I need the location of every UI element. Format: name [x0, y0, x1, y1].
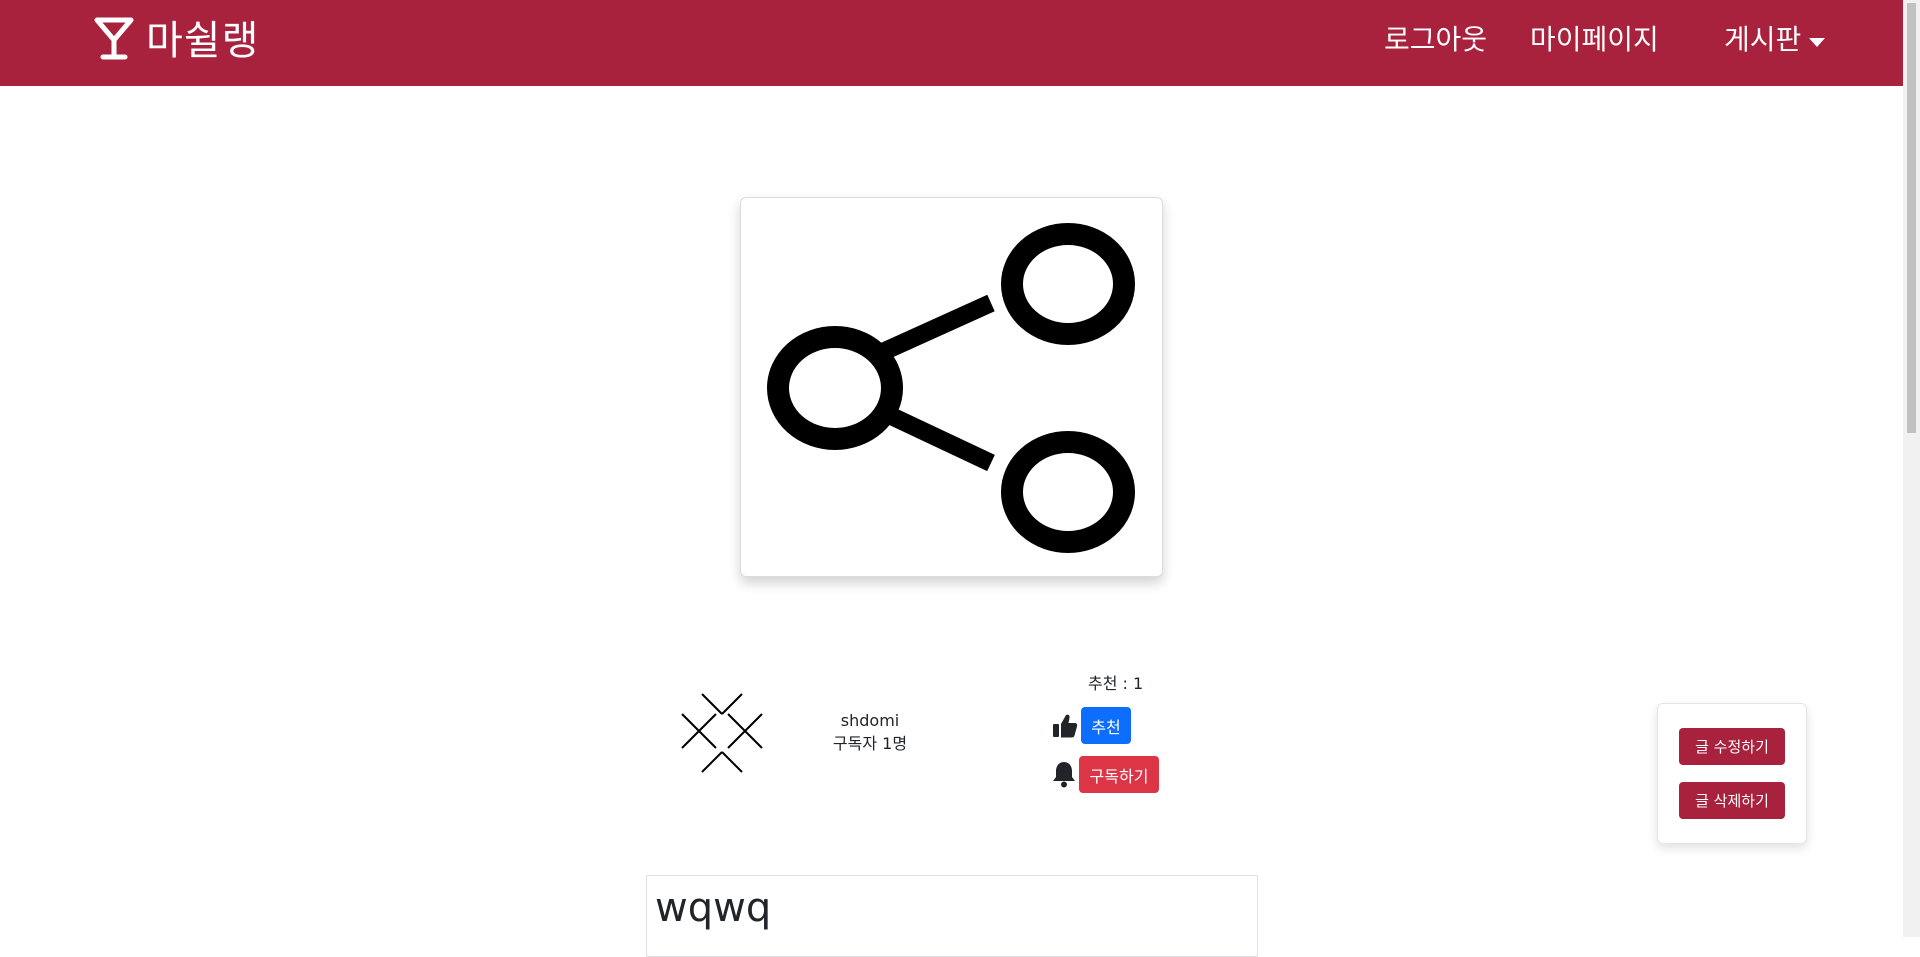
author-avatar: [680, 690, 764, 774]
subscribe-button[interactable]: 구독하기: [1079, 756, 1159, 793]
page-scrollbar[interactable]: [1903, 0, 1920, 937]
nav-board-label: 게시판: [1724, 23, 1802, 56]
delete-post-button[interactable]: 글 삭제하기: [1679, 782, 1785, 819]
scrollbar-thumb[interactable]: [1907, 3, 1916, 433]
author-subscriber-count: 구독자 1명: [832, 734, 908, 753]
nav-board-dropdown[interactable]: 게시판: [1724, 20, 1826, 60]
broken-image-x-icon: [680, 691, 764, 778]
bell-icon: [1052, 760, 1076, 788]
post-image-card: [740, 197, 1163, 577]
post-manage-panel: 글 수정하기 글 삭제하기: [1657, 703, 1807, 844]
top-navbar: 마쉴랭 로그아웃 마이페이지 게시판: [0, 0, 1903, 86]
nav-mypage-link[interactable]: 마이페이지: [1530, 20, 1659, 60]
recommend-count: 추천 : 1: [1088, 674, 1144, 693]
caret-down-icon: [1809, 37, 1826, 47]
recommend-button[interactable]: 추천: [1081, 707, 1131, 744]
cocktail-glass-icon: [94, 16, 134, 66]
nav-logout-link[interactable]: 로그아웃: [1384, 20, 1487, 60]
post-content-box: wqwq: [646, 875, 1258, 957]
edit-post-button[interactable]: 글 수정하기: [1679, 728, 1785, 765]
brand-link[interactable]: 마쉴랭: [94, 16, 259, 66]
author-name: shdomi: [840, 711, 900, 730]
post-title: wqwq: [655, 885, 772, 931]
thumbs-up-icon: [1052, 713, 1078, 739]
brand-name: 마쉴랭: [146, 18, 260, 64]
